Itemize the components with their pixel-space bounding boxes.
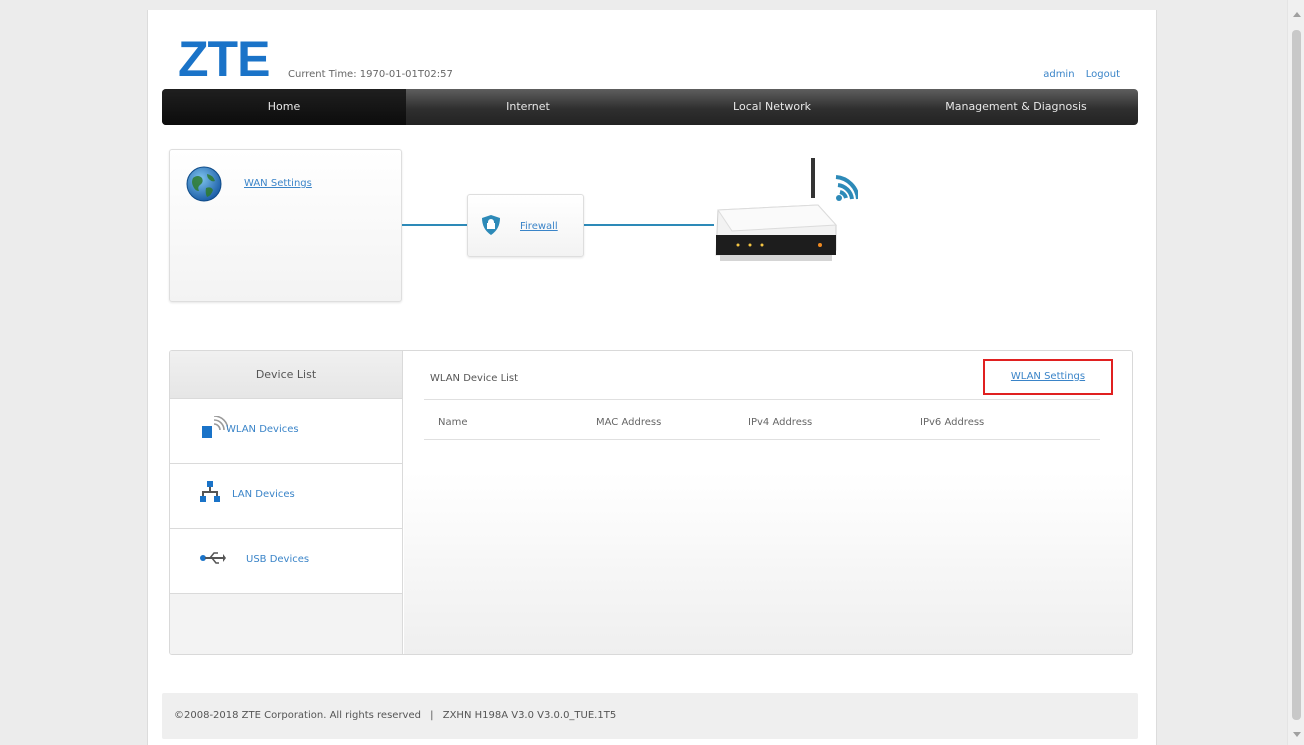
lan-network-icon — [200, 481, 220, 502]
device-list-title: Device List — [170, 351, 402, 399]
wan-settings-link[interactable]: WAN Settings — [244, 178, 312, 189]
scroll-up-icon[interactable] — [1293, 12, 1301, 17]
scroll-down-icon[interactable] — [1293, 732, 1301, 737]
logout-link[interactable]: Logout — [1086, 69, 1120, 80]
firewall-card: Firewall — [467, 194, 584, 257]
device-list-sidebar: Device List WLAN Devices LAN Devices USB… — [170, 351, 403, 654]
footer-version: ZXHN H198A V3.0 V3.0.0_TUE.1T5 — [442, 710, 617, 721]
sidebar-item-label: USB Devices — [246, 554, 310, 565]
wan-settings-card: WAN Settings — [169, 149, 402, 302]
globe-icon — [186, 166, 222, 202]
vertical-scrollbar[interactable] — [1287, 0, 1304, 745]
current-time-label: Current Time: — [288, 69, 357, 80]
current-time: Current Time: 1970-01-01T02:57 — [288, 69, 453, 80]
table-header-divider — [424, 439, 1100, 440]
nav-internet[interactable]: Internet — [406, 89, 650, 125]
column-header-ipv6-address: IPv6 Address — [920, 417, 985, 428]
nav-local-network[interactable]: Local Network — [650, 89, 894, 125]
zte-logo: ZTE — [178, 31, 270, 87]
page-container: ZTE Current Time: 1970-01-01T02:57 admin… — [147, 10, 1157, 745]
header-divider — [424, 399, 1100, 400]
scrollbar-thumb[interactable] — [1292, 30, 1301, 720]
connector-line-wan-firewall — [402, 224, 467, 226]
connector-line-firewall-router — [584, 224, 714, 226]
main-nav: Home Internet Local Network Management &… — [162, 89, 1138, 125]
usb-icon — [200, 552, 226, 564]
panel-title: WLAN Device List — [430, 373, 519, 384]
footer: ©2008-2018 ZTE Corporation. All rights r… — [162, 693, 1138, 739]
user-links: admin Logout — [1035, 69, 1120, 80]
footer-copyright: ©2008-2018 ZTE Corporation. All rights r… — [174, 710, 421, 721]
footer-separator: | — [430, 710, 434, 721]
device-list-panel: Device List WLAN Devices LAN Devices USB… — [169, 350, 1133, 655]
admin-link[interactable]: admin — [1043, 69, 1074, 80]
sidebar-item-wlan-devices[interactable]: WLAN Devices — [170, 399, 402, 464]
wlan-device-list-content: WLAN Device List WLAN Settings Name MAC … — [404, 351, 1132, 654]
wlan-device-icon — [202, 416, 228, 438]
sidebar-item-usb-devices[interactable]: USB Devices — [170, 529, 402, 594]
sidebar-filler — [170, 594, 402, 654]
column-header-ipv4-address: IPv4 Address — [748, 417, 813, 428]
router-icon — [715, 158, 858, 261]
wlan-settings-button[interactable]: WLAN Settings — [983, 359, 1113, 395]
sidebar-item-label: WLAN Devices — [226, 424, 299, 435]
firewall-link[interactable]: Firewall — [520, 221, 558, 232]
shield-icon — [482, 215, 500, 235]
nav-home[interactable]: Home — [162, 89, 406, 125]
nav-management-diagnosis[interactable]: Management & Diagnosis — [894, 89, 1138, 125]
sidebar-item-lan-devices[interactable]: LAN Devices — [170, 464, 402, 529]
current-time-value: 1970-01-01T02:57 — [359, 69, 453, 80]
sidebar-item-label: LAN Devices — [232, 489, 295, 500]
column-header-name: Name — [438, 417, 468, 428]
column-header-mac-address: MAC Address — [596, 417, 662, 428]
